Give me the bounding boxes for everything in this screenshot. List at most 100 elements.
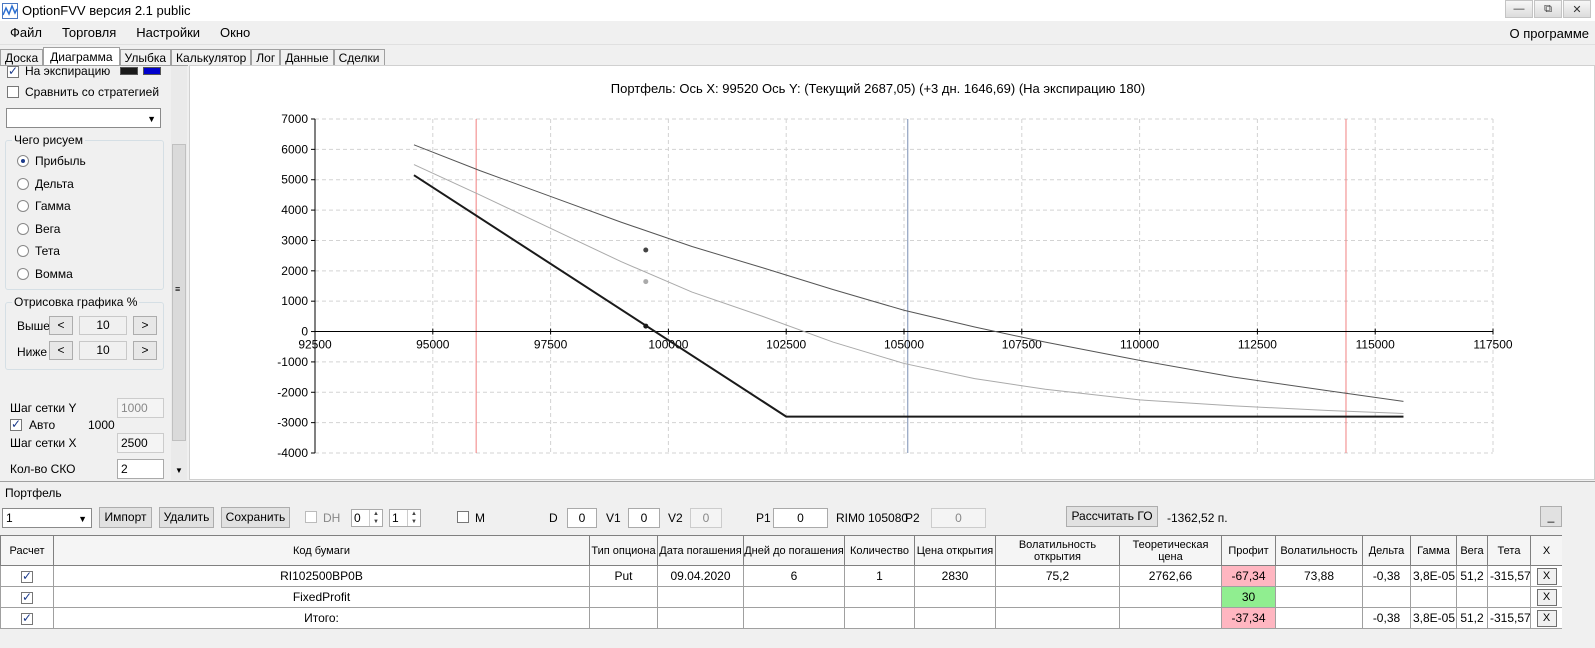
- above-label: Выше: [17, 319, 50, 333]
- radio-3[interactable]: [17, 222, 29, 235]
- m-checkbox[interactable]: [457, 511, 469, 523]
- auto-checkbox[interactable]: [10, 417, 22, 431]
- column-header[interactable]: Код бумаги: [53, 535, 590, 566]
- calc-checkbox[interactable]: [21, 611, 33, 625]
- title-bar: OptionFVV версия 2.1 public — ⧉ ✕: [0, 0, 1595, 21]
- strategy-combo[interactable]: ▼: [6, 108, 161, 128]
- v2-input[interactable]: 0: [690, 508, 722, 528]
- table-cell: [1410, 586, 1457, 608]
- remove-row-button[interactable]: X: [1536, 567, 1557, 585]
- menu-window[interactable]: Окно: [210, 25, 260, 40]
- below-value[interactable]: 10: [79, 341, 127, 360]
- below-increase-button[interactable]: >: [133, 341, 157, 360]
- column-header[interactable]: Расчет: [0, 535, 54, 566]
- v1-input[interactable]: 0: [628, 508, 660, 528]
- d-input[interactable]: 0: [567, 508, 597, 528]
- splitter[interactable]: [0, 481, 1595, 487]
- menu-trading[interactable]: Торговля: [52, 25, 126, 40]
- column-header[interactable]: Волатильность открытия: [995, 535, 1120, 566]
- above-value[interactable]: 10: [79, 316, 127, 335]
- spin-arrows-icon[interactable]: ▲ ▼: [369, 510, 382, 526]
- column-header[interactable]: Тип опциона: [589, 535, 658, 566]
- column-header[interactable]: Цена открытия: [914, 535, 996, 566]
- tab-board[interactable]: Доска: [0, 49, 44, 66]
- auto-value: 1000: [88, 418, 115, 432]
- p2-input[interactable]: 0: [931, 508, 986, 528]
- column-header[interactable]: Профит: [1221, 535, 1276, 566]
- column-header[interactable]: Гамма: [1410, 535, 1457, 566]
- column-header[interactable]: X: [1530, 535, 1563, 566]
- x-tick-label: 105000: [884, 338, 924, 352]
- expiry-checkbox[interactable]: [7, 66, 19, 78]
- remove-row-button[interactable]: X: [1536, 588, 1557, 606]
- calc-checkbox[interactable]: [21, 569, 33, 583]
- p1-input[interactable]: 0: [773, 508, 828, 528]
- delete-button[interactable]: Удалить: [159, 507, 214, 528]
- y-tick-label: 5000: [281, 173, 308, 187]
- grid-y-input[interactable]: 1000: [117, 398, 164, 418]
- expiry-color-swatch-2[interactable]: [143, 67, 161, 75]
- tab-deals[interactable]: Сделки: [333, 49, 385, 66]
- column-header[interactable]: Волатильность: [1275, 535, 1363, 566]
- compare-checkbox[interactable]: [7, 86, 19, 98]
- menu-file[interactable]: Файл: [0, 25, 52, 40]
- expiry-label: На экспирацию: [25, 65, 111, 78]
- x-tick-label: 115000: [1356, 338, 1395, 352]
- what-draw-title: Чего рисуем: [12, 133, 85, 147]
- below-label: Ниже: [17, 345, 48, 359]
- tab-diagram[interactable]: Диаграмма: [43, 47, 120, 66]
- below-decrease-button[interactable]: <: [49, 341, 73, 360]
- remove-row-button[interactable]: X: [1536, 609, 1557, 627]
- radio-1[interactable]: [17, 177, 29, 190]
- tab-log[interactable]: Лог: [251, 49, 281, 66]
- sko-input[interactable]: 2: [117, 459, 164, 479]
- series-marker-0: [643, 247, 649, 253]
- calc-checkbox[interactable]: [21, 590, 33, 604]
- portfolio-selector-value: 1: [6, 511, 13, 525]
- column-header[interactable]: Вега: [1456, 535, 1488, 566]
- y-tick-label: 7000: [281, 112, 308, 126]
- portfolio-selector[interactable]: 1 ▼: [2, 508, 92, 528]
- column-header[interactable]: Дней до погашения: [743, 535, 845, 566]
- table-cell: 3,8E-05: [1410, 607, 1457, 629]
- tab-calculator[interactable]: Калькулятор: [171, 49, 252, 66]
- menu-settings[interactable]: Настройки: [126, 25, 210, 40]
- column-header[interactable]: Дельта: [1362, 535, 1411, 566]
- column-header[interactable]: Количество: [844, 535, 915, 566]
- scroll-down-icon[interactable]: ▼: [175, 466, 183, 475]
- radio-2[interactable]: [17, 200, 29, 212]
- minimize-button[interactable]: —: [1505, 0, 1533, 18]
- expiry-color-swatch-1[interactable]: [120, 67, 138, 75]
- import-button[interactable]: Импорт: [99, 507, 152, 528]
- calculate-go-button[interactable]: Рассчитать ГО: [1066, 506, 1158, 527]
- table-header-row: Расчет Код бумаги Тип опциона Дата погашени…: [0, 535, 1563, 566]
- auto-label: Авто: [29, 418, 56, 432]
- save-button[interactable]: Сохранить: [221, 507, 290, 528]
- above-increase-button[interactable]: >: [133, 316, 157, 335]
- restore-button[interactable]: ⧉: [1534, 0, 1562, 18]
- table-cell: X: [1530, 586, 1563, 608]
- dh-spin-1[interactable]: 0 ▲ ▼: [351, 509, 383, 527]
- tab-data[interactable]: Данные: [280, 49, 334, 66]
- column-header[interactable]: Дата погашения: [657, 535, 744, 566]
- table-cell: -315,57: [1487, 565, 1531, 587]
- grid-x-input[interactable]: 2500: [117, 433, 164, 453]
- radio-4[interactable]: [17, 245, 29, 257]
- settings-scrollbar[interactable]: ≡ ▼: [171, 66, 187, 480]
- spin-arrows-icon[interactable]: ▲ ▼: [407, 510, 420, 526]
- close-button[interactable]: ✕: [1563, 0, 1591, 18]
- grid-x-label: Шаг сетки X: [10, 436, 77, 450]
- radio-0[interactable]: [17, 155, 29, 167]
- radio-5[interactable]: [17, 267, 29, 280]
- table-cell: [0, 565, 54, 587]
- column-header[interactable]: Тета: [1487, 535, 1531, 566]
- collapse-button[interactable]: _: [1540, 506, 1562, 527]
- dh-spin-2[interactable]: 1 ▲ ▼: [389, 509, 421, 527]
- profit-chart[interactable]: 92500 95000 97500 100000 102500 105000 107500 1…: [190, 66, 1594, 479]
- draw-range-group: Отрисовка графика % Выше < 10 > Ниже < 1…: [5, 295, 164, 370]
- tab-smile[interactable]: Улыбка: [119, 49, 172, 66]
- above-decrease-button[interactable]: <: [49, 316, 73, 335]
- column-header[interactable]: Теоретическая цена: [1119, 535, 1222, 566]
- dh-checkbox[interactable]: [305, 511, 317, 523]
- menu-about[interactable]: О программе: [1509, 26, 1589, 41]
